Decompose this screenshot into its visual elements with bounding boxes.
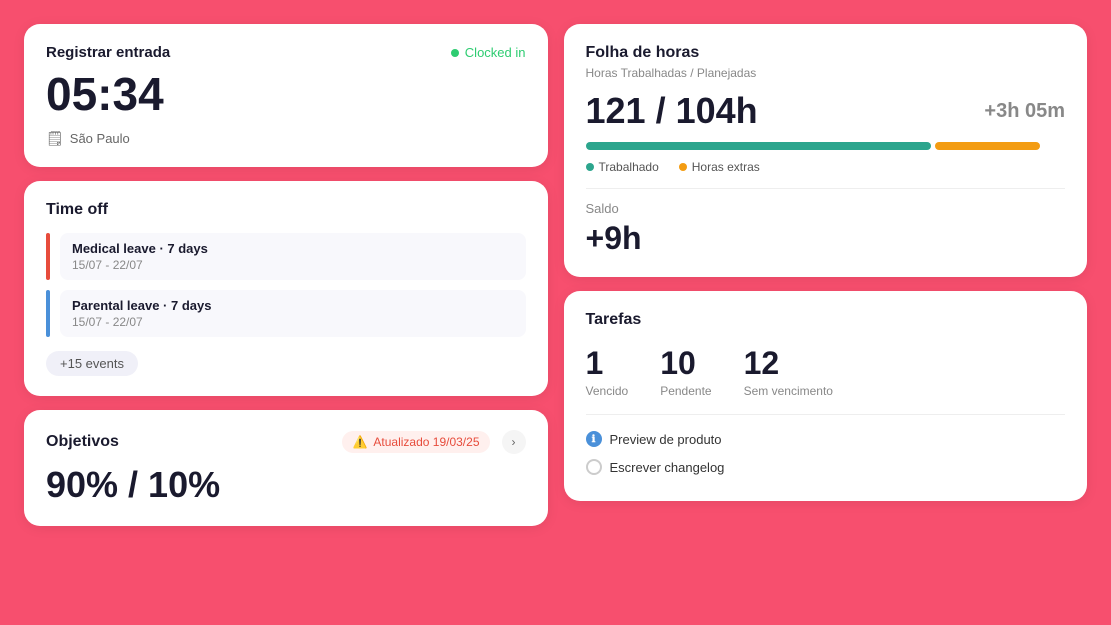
tarefas-title: Tarefas <box>586 311 1066 329</box>
timeoff-title: Time off <box>46 201 526 219</box>
leave-content-2: Parental leave · 7 days 15/07 - 22/07 <box>60 290 526 337</box>
bar-worked <box>586 142 931 150</box>
legend: Trabalhado Horas extras <box>586 160 1066 174</box>
leave-item-1: Medical leave · 7 days 15/07 - 22/07 <box>46 233 526 280</box>
folha-hours: 121 / 104h <box>586 90 758 132</box>
time-display: 05:34 <box>46 69 526 120</box>
task-item-1[interactable]: Escrever changelog <box>586 453 1066 481</box>
stat-semvencimento: 12 Sem vencimento <box>744 345 833 398</box>
folha-divider <box>586 188 1066 189</box>
legend-worked-label: Trabalhado <box>599 160 659 174</box>
clocked-badge: Clocked in <box>451 45 526 60</box>
leave-content-1: Medical leave · 7 days 15/07 - 22/07 <box>60 233 526 280</box>
objetivos-title: Objetivos <box>46 433 119 451</box>
right-column: Folha de horas Horas Trabalhadas / Plane… <box>564 24 1088 601</box>
objetivos-badge: ⚠️ Atualizado 19/03/25 <box>342 431 489 453</box>
location-text: São Paulo <box>70 131 130 146</box>
leave-bar-red <box>46 233 50 280</box>
task-item-0[interactable]: ℹ Preview de produto <box>586 425 1066 453</box>
alert-icon: ⚠️ <box>352 435 367 449</box>
leave-name-2: Parental leave · 7 days <box>72 298 514 313</box>
timeoff-card: Time off Medical leave · 7 days 15/07 - … <box>24 181 548 396</box>
leave-dates-1: 15/07 - 22/07 <box>72 258 514 272</box>
stat-pendente: 10 Pendente <box>660 345 711 398</box>
legend-extra: Horas extras <box>679 160 760 174</box>
stat-num-vencido: 1 <box>586 345 629 382</box>
saldo-value: +9h <box>586 220 1066 257</box>
objetivos-value: 90% / 10% <box>46 464 526 506</box>
objetivos-header: Objetivos ⚠️ Atualizado 19/03/25 › <box>46 430 526 454</box>
task-name-0: Preview de produto <box>610 432 722 447</box>
objetivos-card: Objetivos ⚠️ Atualizado 19/03/25 › 90% /… <box>24 410 548 526</box>
location: 🗒 São Paulo <box>46 130 526 147</box>
objetivos-header-right: ⚠️ Atualizado 19/03/25 › <box>342 430 525 454</box>
objetivos-date: Atualizado 19/03/25 <box>373 435 479 449</box>
leave-dates-2: 15/07 - 22/07 <box>72 315 514 329</box>
stat-label-pendente: Pendente <box>660 384 711 398</box>
leave-name-1: Medical leave · 7 days <box>72 241 514 256</box>
tarefas-card: Tarefas 1 Vencido 10 Pendente 12 Sem ven… <box>564 291 1088 501</box>
dashboard: Registrar entrada Clocked in 05:34 🗒 São… <box>0 0 1111 625</box>
stat-num-pendente: 10 <box>660 345 711 382</box>
stat-vencido: 1 Vencido <box>586 345 629 398</box>
task-icon-info: ℹ <box>586 431 602 447</box>
leave-item-2: Parental leave · 7 days 15/07 - 22/07 <box>46 290 526 337</box>
legend-extra-label: Horas extras <box>692 160 760 174</box>
clocked-dot <box>451 49 459 57</box>
tarefas-stats: 1 Vencido 10 Pendente 12 Sem vencimento <box>586 345 1066 398</box>
folha-card: Folha de horas Horas Trabalhadas / Plane… <box>564 24 1088 277</box>
clocked-label: Clocked in <box>465 45 526 60</box>
clockin-header: Registrar entrada Clocked in <box>46 44 526 61</box>
clockin-title: Registrar entrada <box>46 44 170 61</box>
left-column: Registrar entrada Clocked in 05:34 🗒 São… <box>24 24 548 601</box>
more-events-button[interactable]: +15 events <box>46 351 138 376</box>
legend-dot-orange <box>679 163 687 171</box>
progress-bars <box>586 142 1066 150</box>
task-name-1: Escrever changelog <box>610 460 725 475</box>
stat-label-semvencimento: Sem vencimento <box>744 384 833 398</box>
leave-bar-blue <box>46 290 50 337</box>
folha-title: Folha de horas <box>586 44 1066 62</box>
location-icon: 🗒 <box>46 130 64 147</box>
saldo-label: Saldo <box>586 201 1066 216</box>
folha-subtitle: Horas Trabalhadas / Planejadas <box>586 66 1066 80</box>
stat-label-vencido: Vencido <box>586 384 629 398</box>
folha-extra: +3h 05m <box>984 100 1065 123</box>
legend-worked: Trabalhado <box>586 160 659 174</box>
task-icon-outline <box>586 459 602 475</box>
bar-extra <box>935 142 1040 150</box>
stat-num-semvencimento: 12 <box>744 345 833 382</box>
folha-main: 121 / 104h +3h 05m <box>586 90 1066 132</box>
legend-dot-teal <box>586 163 594 171</box>
clockin-card: Registrar entrada Clocked in 05:34 🗒 São… <box>24 24 548 167</box>
objetivos-arrow-button[interactable]: › <box>502 430 526 454</box>
task-divider <box>586 414 1066 415</box>
